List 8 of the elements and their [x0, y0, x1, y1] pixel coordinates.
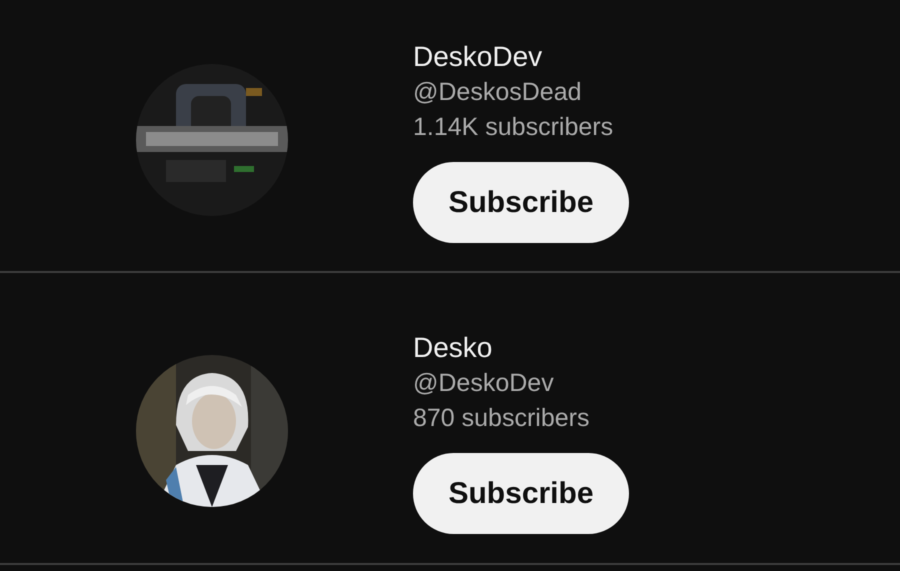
subscribe-button[interactable]: Subscribe — [413, 162, 629, 243]
channel-name: DeskoDev — [413, 40, 542, 74]
channel-handle: @DeskoDev — [413, 368, 554, 399]
channel-name: Desko — [413, 331, 492, 365]
subscribe-button[interactable]: Subscribe — [413, 453, 629, 534]
subscriber-count: 1.14K subscribers — [413, 112, 614, 143]
subscriber-count: 870 subscribers — [413, 403, 590, 434]
channel-handle: @DeskosDead — [413, 77, 582, 108]
